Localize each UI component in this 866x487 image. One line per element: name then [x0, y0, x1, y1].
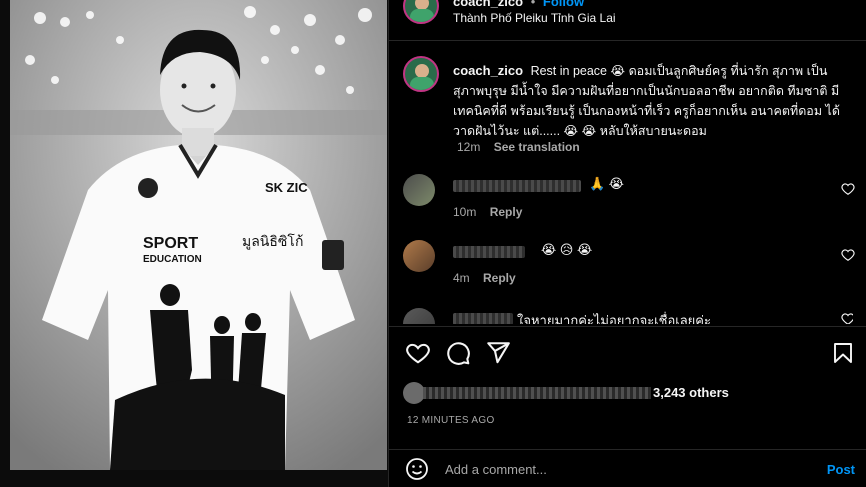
actions-divider [389, 326, 866, 327]
emoji-icon[interactable] [405, 457, 429, 481]
caption-avatar[interactable] [403, 56, 439, 92]
post-comment-button[interactable]: Post [827, 462, 855, 477]
caption-username[interactable]: coach_zico [453, 63, 523, 78]
comment-text: ใจหายมากค่ะไม่อยากจะเชื่อเลยค่ะ [517, 313, 711, 324]
heart-icon[interactable] [405, 340, 431, 366]
comment-item-partial: ใจหายมากค่ะไม่อยากจะเชื่อเลยค่ะ [403, 300, 853, 324]
comment-username-blurred[interactable] [453, 180, 581, 192]
liker-names-blurred[interactable] [423, 387, 651, 399]
heart-icon[interactable] [841, 248, 855, 262]
comment-item: 🙏 😭 10m Reply [403, 174, 855, 224]
follow-button[interactable]: Follow [543, 0, 584, 9]
likes-summary[interactable]: 3,243 others [403, 382, 853, 404]
header-separator: • [530, 0, 536, 9]
reply-button[interactable]: Reply [483, 271, 516, 285]
comment-meta: 4m Reply [453, 271, 526, 285]
comment-input[interactable]: Add a comment... [445, 462, 547, 477]
caption-meta: 12m See translation [457, 140, 580, 154]
author-avatar[interactable] [403, 0, 439, 24]
shirt-sport-text: SPORT [143, 235, 198, 252]
post-header: coach_zico • Follow Thành Phố Pleiku Tỉn… [389, 0, 866, 41]
photo-illustration: SPORT EDUCATION SK ZIC มูลนิธิซิโก้ [10, 0, 387, 470]
caption-body: coach_zico Rest in peace 😭 ดอมเป็นลูกศิษ… [453, 61, 853, 141]
post-timestamp: 12 MINUTES AGO [407, 415, 495, 426]
heart-icon[interactable] [841, 182, 855, 196]
post-detail-panel: coach_zico • Follow Thành Phố Pleiku Tỉn… [388, 0, 866, 487]
reply-button[interactable]: Reply [490, 205, 523, 219]
comment-time: 10m [453, 205, 477, 219]
comment-avatar[interactable] [403, 174, 435, 206]
shirt-education-text: EDUCATION [143, 254, 202, 265]
likes-others[interactable]: 3,243 others [653, 385, 729, 400]
comment-meta: 10m Reply [453, 205, 532, 219]
share-icon[interactable] [485, 340, 511, 366]
comment-text: 🙏 😭 [589, 176, 624, 191]
action-bar [403, 340, 859, 368]
comment-icon[interactable] [445, 340, 471, 366]
comment-item: 😭 😥 😭 4m Reply [403, 240, 855, 290]
heart-icon[interactable] [841, 312, 853, 324]
comment-avatar[interactable] [403, 308, 435, 324]
header-username[interactable]: coach_zico [453, 0, 523, 9]
location-link[interactable]: Thành Phố Pleiku Tỉnh Gia Lai [453, 11, 616, 25]
post-photo[interactable]: SPORT EDUCATION SK ZIC มูลนิธิซิโก้ [10, 0, 387, 470]
comment-avatar[interactable] [403, 240, 435, 272]
comment-username-blurred[interactable] [453, 246, 525, 258]
caption-time: 12m [457, 140, 481, 154]
bookmark-icon[interactable] [831, 340, 855, 366]
comment-time: 4m [453, 271, 470, 285]
liker-avatar[interactable] [403, 382, 425, 404]
add-comment-bar: Add a comment... Post [389, 450, 866, 487]
see-translation-link[interactable]: See translation [494, 140, 580, 154]
comment-username-blurred[interactable] [453, 313, 513, 324]
shirt-thai-text: มูลนิธิซิโก้ [242, 233, 303, 250]
shirt-brand-text: SK ZIC [265, 180, 308, 195]
header-title-row: coach_zico • Follow [453, 0, 584, 9]
comment-text: 😭 😥 😭 [541, 242, 593, 257]
